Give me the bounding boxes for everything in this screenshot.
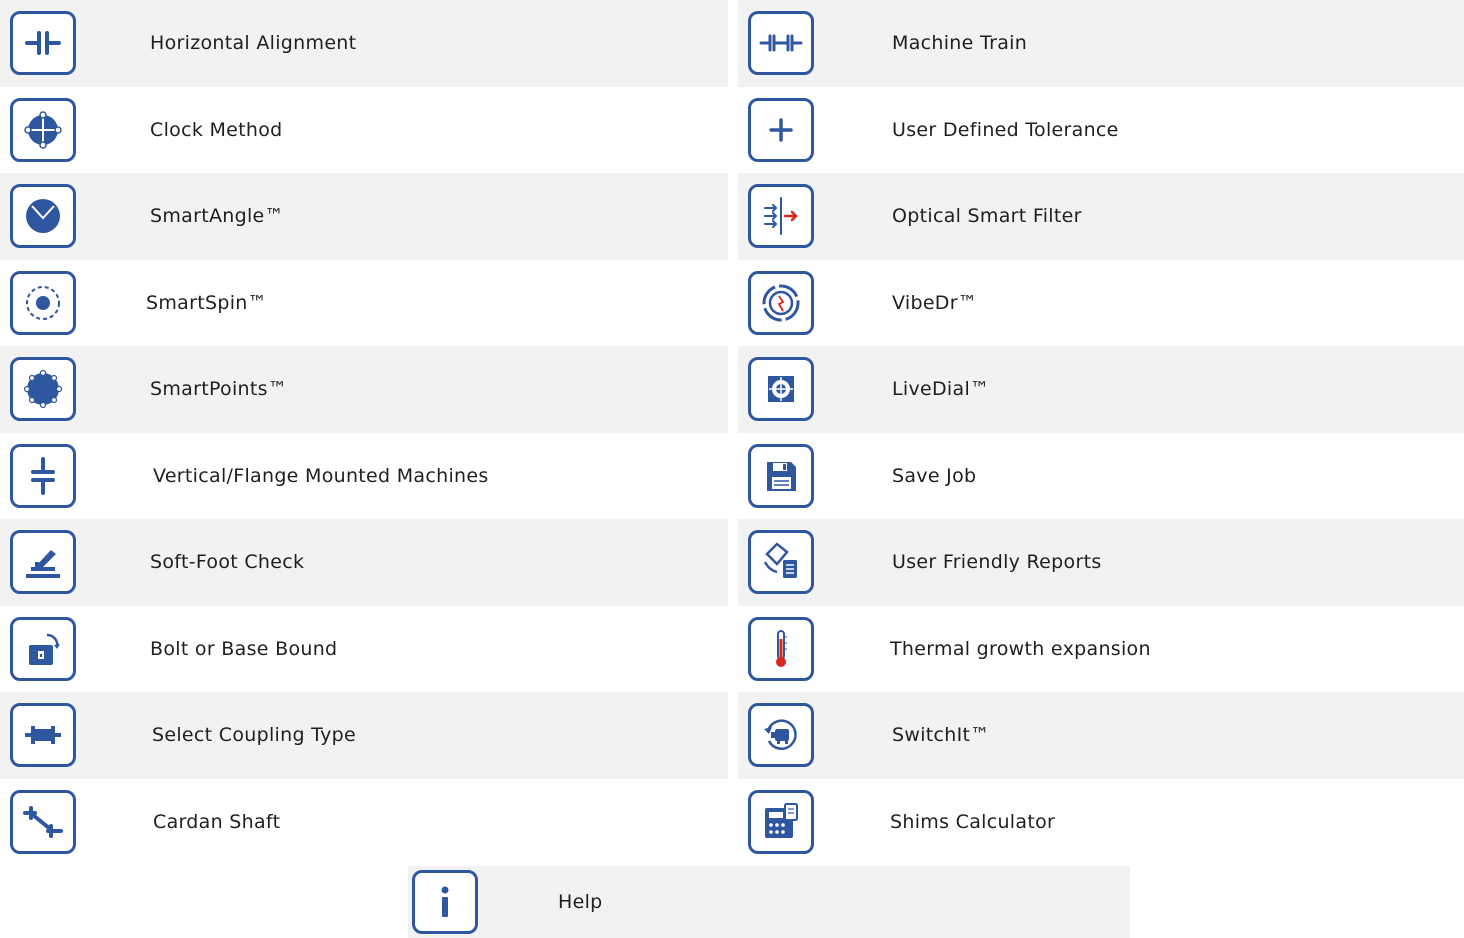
feature-label: Machine Train bbox=[892, 32, 1028, 55]
feature-row[interactable]: Bolt or Base Bound bbox=[0, 606, 728, 693]
feature-label: Select Coupling Type bbox=[152, 724, 356, 747]
bolt-base-bound-icon bbox=[10, 616, 76, 681]
feature-label: Shims Calculator bbox=[890, 810, 1056, 833]
help-row[interactable]: Help bbox=[408, 866, 1130, 938]
info-icon bbox=[412, 870, 478, 934]
feature-row[interactable]: LiveDial™ bbox=[738, 346, 1464, 433]
feature-row[interactable]: Thermal growth expansion bbox=[738, 606, 1464, 693]
feature-label: Soft-Foot Check bbox=[150, 551, 305, 574]
feature-row[interactable]: SmartSpin™ bbox=[0, 260, 728, 347]
feature-label: SmartAngle™ bbox=[150, 205, 284, 228]
calculator-icon bbox=[748, 789, 814, 854]
soft-foot-icon bbox=[10, 530, 76, 595]
help-label: Help bbox=[558, 891, 603, 913]
feature-label: Cardan Shaft bbox=[153, 810, 281, 833]
coupling-type-icon bbox=[10, 703, 76, 768]
feature-row[interactable]: SwitchIt™ bbox=[738, 692, 1464, 779]
feature-label: SmartPoints™ bbox=[150, 378, 288, 401]
feature-row[interactable]: Shims Calculator bbox=[738, 779, 1464, 866]
livedial-icon bbox=[748, 357, 814, 422]
smartspin-icon bbox=[10, 270, 76, 335]
clock-method-icon bbox=[10, 97, 76, 162]
feature-row[interactable]: Save Job bbox=[738, 433, 1464, 520]
vibedr-icon bbox=[748, 270, 814, 335]
right-feature-list: Machine Train User Defined Tolerance Opt… bbox=[738, 0, 1464, 865]
feature-row[interactable]: Horizontal Alignment bbox=[0, 0, 728, 87]
smartpoints-icon bbox=[10, 357, 76, 422]
plus-icon bbox=[748, 97, 814, 162]
left-feature-list: Horizontal Alignment Clock Method SmartA… bbox=[0, 0, 728, 865]
feature-label: Optical Smart Filter bbox=[892, 205, 1082, 228]
feature-label: VibeDr™ bbox=[892, 291, 978, 314]
feature-row[interactable]: SmartPoints™ bbox=[0, 346, 728, 433]
feature-row[interactable]: Select Coupling Type bbox=[0, 692, 728, 779]
reports-icon bbox=[748, 530, 814, 595]
feature-label: User Defined Tolerance bbox=[892, 118, 1119, 141]
feature-label: Clock Method bbox=[150, 118, 283, 141]
feature-label: Thermal growth expansion bbox=[890, 637, 1151, 660]
feature-row[interactable]: Optical Smart Filter bbox=[738, 173, 1464, 260]
horizontal-alignment-icon bbox=[10, 11, 76, 76]
feature-row[interactable]: Vertical/Flange Mounted Machines bbox=[0, 433, 728, 520]
feature-row[interactable]: SmartAngle™ bbox=[0, 173, 728, 260]
feature-label: Bolt or Base Bound bbox=[150, 637, 338, 660]
feature-label: SmartSpin™ bbox=[146, 291, 267, 314]
save-icon bbox=[748, 443, 814, 508]
feature-label: User Friendly Reports bbox=[892, 551, 1102, 574]
smartangle-icon bbox=[10, 184, 76, 249]
feature-row[interactable]: User Defined Tolerance bbox=[738, 87, 1464, 174]
feature-row[interactable]: User Friendly Reports bbox=[738, 519, 1464, 606]
feature-label: Horizontal Alignment bbox=[150, 32, 357, 55]
thermometer-icon bbox=[748, 616, 814, 681]
feature-label: LiveDial™ bbox=[892, 378, 990, 401]
optical-filter-icon bbox=[748, 184, 814, 249]
feature-label: Save Job bbox=[892, 464, 977, 487]
feature-row[interactable]: VibeDr™ bbox=[738, 260, 1464, 347]
feature-label: SwitchIt™ bbox=[892, 724, 990, 747]
machine-train-icon bbox=[748, 11, 814, 76]
feature-row[interactable]: Machine Train bbox=[738, 0, 1464, 87]
vertical-flange-icon bbox=[10, 443, 76, 508]
feature-row[interactable]: Cardan Shaft bbox=[0, 779, 728, 866]
switchit-icon bbox=[748, 703, 814, 768]
cardan-shaft-icon bbox=[10, 789, 76, 854]
feature-label: Vertical/Flange Mounted Machines bbox=[153, 464, 489, 487]
feature-row[interactable]: Soft-Foot Check bbox=[0, 519, 728, 606]
feature-row[interactable]: Clock Method bbox=[0, 87, 728, 174]
